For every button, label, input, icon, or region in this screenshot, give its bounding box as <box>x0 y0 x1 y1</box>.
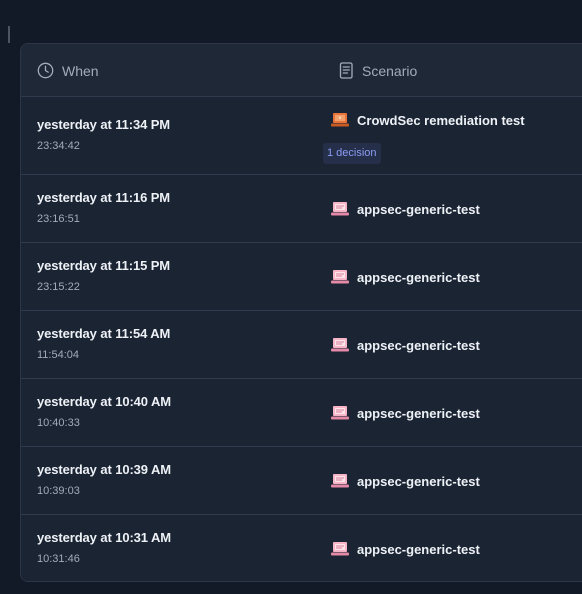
scenario-name: CrowdSec remediation test <box>357 112 525 128</box>
table-row[interactable]: yesterday at 10:40 AM 10:40:33 appsec-ge… <box>21 379 582 447</box>
alerts-table: When Scenario yesterday at 11:34 PM 23:3… <box>20 43 582 582</box>
scenario-cell: appsec-generic-test <box>331 201 480 217</box>
appsec-pink-laptop-icon <box>331 270 349 284</box>
relative-time: yesterday at 11:16 PM <box>37 190 171 205</box>
appsec-pink-laptop-icon <box>331 474 349 488</box>
appsec-pink-laptop-icon <box>331 406 349 420</box>
exact-time: 23:34:42 <box>37 140 80 152</box>
scenario-name: appsec-generic-test <box>357 269 480 285</box>
table-row[interactable]: yesterday at 10:39 AM 10:39:03 appsec-ge… <box>21 447 582 515</box>
page: When Scenario yesterday at 11:34 PM 23:3… <box>0 0 582 594</box>
scenario-cell: CrowdSec remediation test <box>331 112 525 128</box>
scenario-name: appsec-generic-test <box>357 201 480 217</box>
exact-time: 10:39:03 <box>37 485 80 497</box>
table-header: When Scenario <box>21 44 582 97</box>
table-row[interactable]: yesterday at 11:16 PM 23:16:51 appsec-ge… <box>21 175 582 243</box>
appsec-pink-laptop-icon <box>331 338 349 352</box>
scenario-name: appsec-generic-test <box>357 541 480 557</box>
exact-time: 10:40:33 <box>37 417 80 429</box>
scenario-cell: appsec-generic-test <box>331 473 480 489</box>
relative-time: yesterday at 11:15 PM <box>37 258 171 273</box>
column-header-scenario-label: Scenario <box>362 62 418 79</box>
scenario-cell: appsec-generic-test <box>331 405 480 421</box>
exact-time: 11:54:04 <box>37 349 80 361</box>
column-header-scenario[interactable]: Scenario <box>339 44 417 97</box>
table-row[interactable]: yesterday at 11:54 AM 11:54:04 appsec-ge… <box>21 311 582 379</box>
decision-count-badge[interactable]: 1 decision <box>323 143 381 164</box>
appsec-pink-laptop-icon <box>331 202 349 216</box>
relative-time: yesterday at 10:39 AM <box>37 462 171 477</box>
relative-time: yesterday at 10:31 AM <box>37 530 171 545</box>
scenario-cell: appsec-generic-test <box>331 269 480 285</box>
exact-time: 23:15:22 <box>37 281 80 293</box>
relative-time: yesterday at 11:34 PM <box>37 117 171 132</box>
scenario-name: appsec-generic-test <box>357 473 480 489</box>
relative-time: yesterday at 10:40 AM <box>37 394 171 409</box>
column-header-when[interactable]: When <box>37 44 99 97</box>
scenario-cell: appsec-generic-test <box>331 541 480 557</box>
scenario-cell: appsec-generic-test <box>331 337 480 353</box>
table-row[interactable]: yesterday at 10:31 AM 10:31:46 appsec-ge… <box>21 515 582 581</box>
document-icon <box>339 62 353 79</box>
appsec-pink-laptop-icon <box>331 542 349 556</box>
column-header-when-label: When <box>62 62 99 79</box>
text-cursor <box>8 26 10 43</box>
exact-time: 23:16:51 <box>37 213 80 225</box>
table-row[interactable]: yesterday at 11:15 PM 23:15:22 appsec-ge… <box>21 243 582 311</box>
table-row[interactable]: yesterday at 11:34 PM 23:34:42 CrowdSec … <box>21 97 582 175</box>
exact-time: 10:31:46 <box>37 553 80 565</box>
crowdsec-orange-laptop-icon <box>331 113 349 127</box>
clock-icon <box>37 62 54 79</box>
scenario-name: appsec-generic-test <box>357 337 480 353</box>
scenario-name: appsec-generic-test <box>357 405 480 421</box>
relative-time: yesterday at 11:54 AM <box>37 326 171 341</box>
